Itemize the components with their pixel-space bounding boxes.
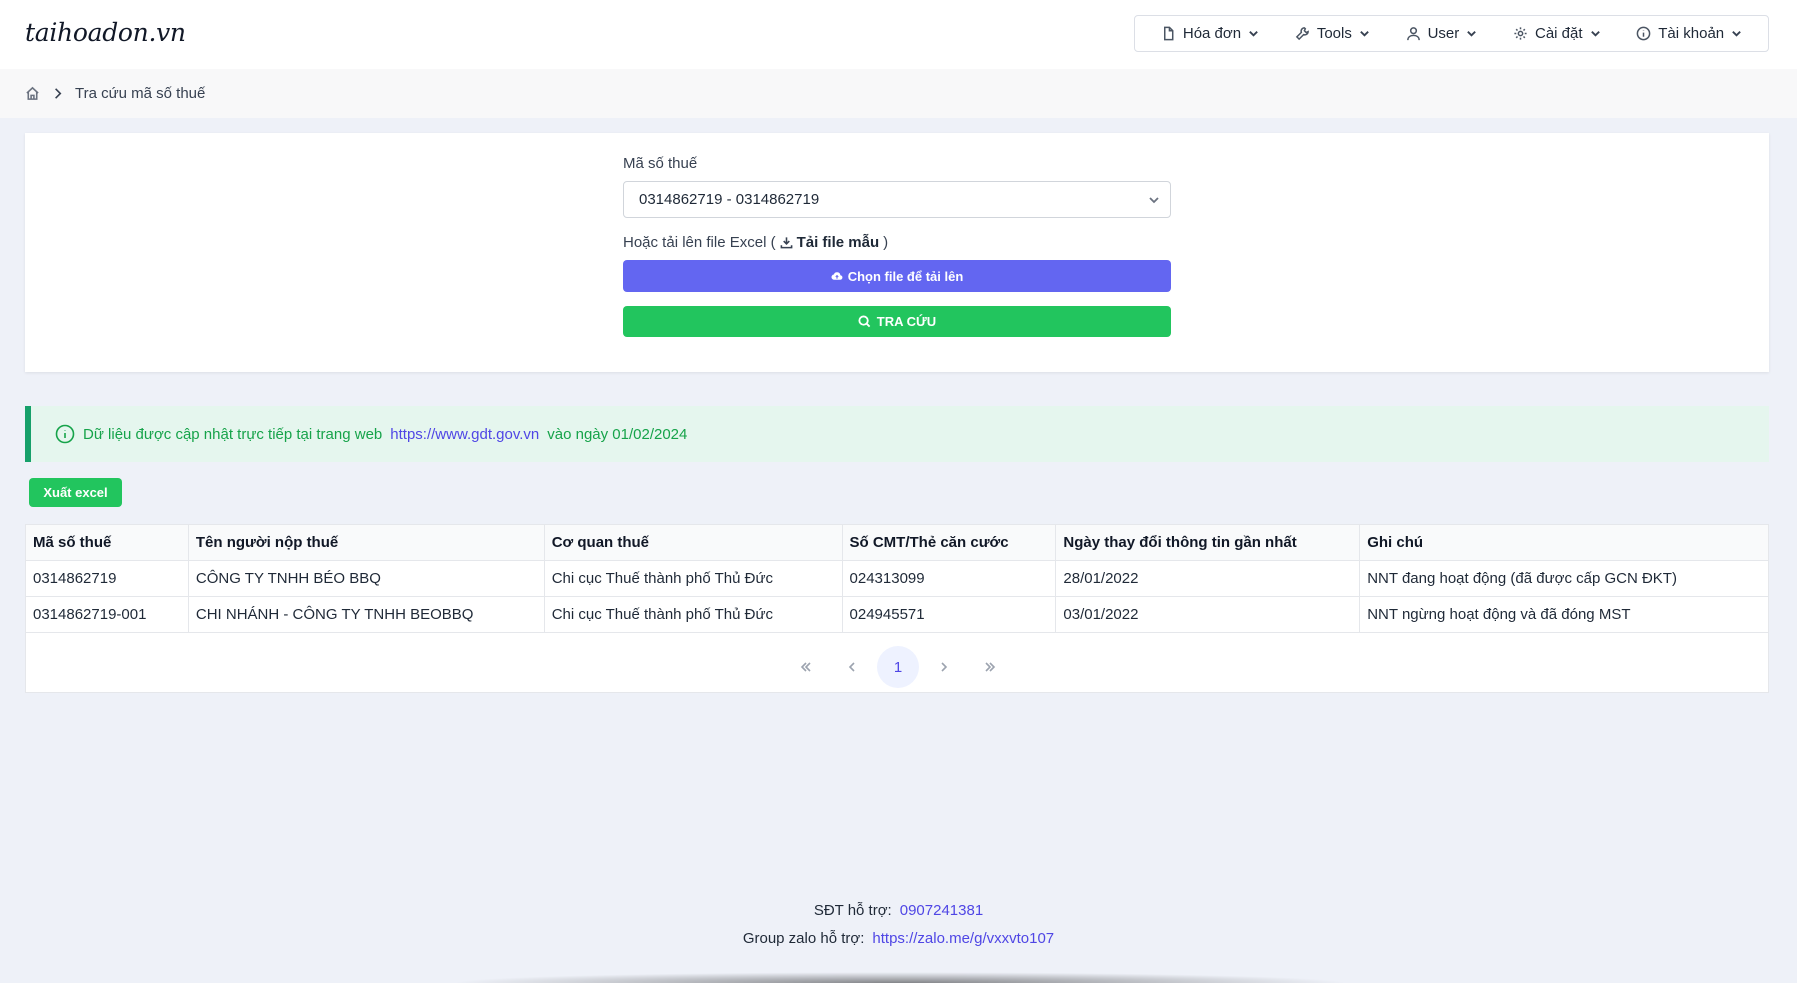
nav-item-tai-khoan[interactable]: Tài khoản [1636,25,1742,42]
cell-id-number: 024313099 [841,560,1057,597]
chevron-right-icon [55,88,62,99]
column-header[interactable]: Số CMT/Thẻ căn cước [841,524,1057,561]
cell-taxpayer-name: CÔNG TY TNHH BÉO BBQ [187,560,545,597]
results-table: Mã số thuế Tên người nộp thuế Cơ quan th… [25,524,1769,693]
support-zalo: Group zalo hỗ trợ: https://zalo.me/g/vxxv… [0,930,1797,947]
breadcrumb-current: Tra cứu mã số thuế [75,85,206,102]
user-icon [1406,27,1420,41]
cell-tax-office: Chi cục Thuế thành phố Thủ Đức [543,560,843,597]
info-icon [55,424,75,444]
support-phone-label: SĐT hỗ trợ: [813,902,892,919]
top-nav: Hóa đơn Tools User Cài đặt Tài khoản [1134,15,1769,52]
double-chevron-right-icon [985,662,996,672]
pagination: 1 [26,642,1770,692]
nav-item-label: Cài đặt [1534,25,1583,42]
nav-item-hoa-don[interactable]: Hóa đơn [1161,25,1259,42]
column-header[interactable]: Cơ quan thuế [543,524,843,561]
tax-code-selected-value: 0314862719 - 0314862719 [639,191,820,208]
column-header[interactable]: Ngày thay đổi thông tin gần nhất [1055,524,1361,561]
cloud-upload-icon [831,272,843,280]
support-phone: SĐT hỗ trợ: 0907241381 [0,902,1797,919]
chevron-down-icon [1149,197,1159,204]
file-icon [1163,26,1174,41]
chevron-down-icon [1467,31,1477,37]
search-button-label: TRA CỨU [876,314,937,329]
support-phone-link[interactable]: 0907241381 [900,902,983,919]
upload-label: Hoặc tải lên file Excel ( Tải file mẫu ) [623,234,888,251]
breadcrumb-bar: Tra cứu mã số thuế [0,69,1797,118]
export-excel-button[interactable]: Xuất excel [29,478,122,507]
double-chevron-left-icon [800,662,811,672]
nav-item-tools[interactable]: Tools [1295,25,1370,42]
top-header: taihoadon.vn Hóa đơn Tools User Cài đặt … [0,0,1797,69]
chevron-left-icon [848,662,855,672]
chevron-down-icon [1360,31,1369,37]
cell-taxpayer-name: CHI NHÁNH - CÔNG TY TNHH BEOBBQ [187,596,545,633]
cell-tax-code: 0314862719 [25,560,189,597]
cell-id-number: 024945571 [841,596,1057,633]
upload-label-suffix: ) [883,234,889,251]
choose-file-label: Chọn file để tải lên [847,268,964,284]
table-row[interactable]: 0314862719-001 CHI NHÁNH - CÔNG TY TNHH … [25,596,1769,633]
app-logo[interactable]: taihoadon.vn [25,18,186,47]
download-template-link[interactable]: Tải file mẫu [797,234,880,251]
search-icon [858,315,871,328]
cell-note: NNT đang hoạt động (đã được cấp GCN ĐKT) [1359,560,1769,597]
column-header[interactable]: Tên người nộp thuế [187,524,545,561]
next-page-button[interactable] [923,646,965,688]
nav-item-label: Tài khoản [1658,25,1725,42]
tax-code-label: Mã số thuế [623,155,698,172]
tax-code-select[interactable]: 0314862719 - 0314862719 [623,181,1171,218]
cell-updated-date: 28/01/2022 [1055,560,1361,597]
wrench-icon [1295,27,1309,41]
nav-item-user[interactable]: User [1406,25,1478,42]
info-text-prefix: Dữ liệu được cập nhật trực tiếp tại tran… [83,425,383,443]
gdt-link[interactable]: https://www.gdt.gov.vn [390,426,539,443]
gear-icon [1514,27,1527,40]
chevron-down-icon [1249,31,1258,37]
download-icon [780,237,792,249]
chevron-down-icon [1590,31,1600,37]
page-button-current[interactable]: 1 [877,646,919,688]
first-page-button[interactable] [785,646,827,688]
home-icon[interactable] [25,86,40,101]
cell-updated-date: 03/01/2022 [1055,596,1361,633]
cell-note: NNT ngừng hoạt động và đã đóng MST [1359,596,1769,633]
last-page-button[interactable] [969,646,1011,688]
info-alert: Dữ liệu được cập nhật trực tiếp tại tran… [25,406,1769,462]
nav-item-label: Tools [1316,25,1352,42]
support-zalo-link[interactable]: https://zalo.me/g/vxxvto107 [872,930,1054,947]
chevron-right-icon [941,662,948,672]
table-row[interactable]: 0314862719 CÔNG TY TNHH BÉO BBQ Chi cục … [25,560,1769,597]
prev-page-button[interactable] [831,646,873,688]
table-header-row: Mã số thuế Tên người nộp thuế Cơ quan th… [25,524,1769,561]
info-text-suffix: vào ngày 01/02/2024 [547,425,688,443]
support-zalo-label: Group zalo hỗ trợ: [742,930,865,947]
breadcrumb: Tra cứu mã số thuế [25,85,205,102]
cell-tax-code: 0314862719-001 [25,596,189,633]
nav-item-label: Hóa đơn [1182,25,1242,42]
bottom-shadow [450,972,1350,983]
nav-item-label: User [1427,25,1460,42]
cell-tax-office: Chi cục Thuế thành phố Thủ Đức [543,596,843,633]
choose-file-button[interactable]: Chọn file để tải lên [623,260,1171,292]
column-header[interactable]: Ghi chú [1359,524,1769,561]
upload-label-prefix: Hoặc tải lên file Excel ( [623,234,776,251]
nav-item-cai-dat[interactable]: Cài đặt [1513,25,1601,42]
column-header[interactable]: Mã số thuế [25,524,189,561]
search-button[interactable]: TRA CỨU [623,306,1171,337]
results-grid: Mã số thuế Tên người nộp thuế Cơ quan th… [25,524,1769,633]
chevron-down-icon [1732,31,1741,37]
info-icon [1636,26,1651,41]
